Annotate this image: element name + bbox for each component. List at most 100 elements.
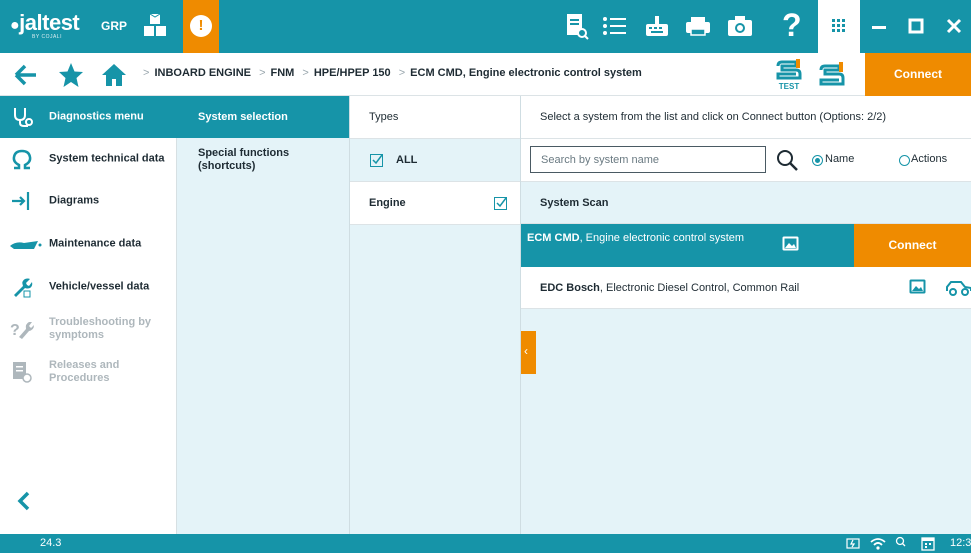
- oil-can-icon: [10, 241, 42, 249]
- type-row-engine[interactable]: Engine: [350, 182, 520, 225]
- menu-column: System selection Special functions (shor…: [177, 96, 350, 534]
- navigation-bar: > INBOARD ENGINE > FNM > HPE/HPEP 150 > ECM …: [0, 53, 971, 96]
- radio-actions[interactable]: [899, 155, 910, 166]
- system-row-text: EDC Bosch, Electronic Diesel Control, Co…: [540, 282, 799, 294]
- breadcrumb-item[interactable]: INBOARD ENGINE: [154, 67, 251, 79]
- document-search-icon[interactable]: [562, 12, 590, 40]
- close-icon: [946, 18, 962, 34]
- types-header-label: Types: [369, 111, 399, 123]
- sidebar-item-troubleshooting: ? Troubleshooting by symptoms: [0, 308, 177, 350]
- breadcrumb-separator: >: [143, 67, 150, 79]
- logo-text: jaltest: [19, 10, 80, 35]
- clock: 12:3: [950, 537, 971, 549]
- instructions-text: Select a system from the list and click …: [540, 111, 887, 123]
- menu-item-system-selection[interactable]: System selection: [177, 96, 349, 138]
- keyboard-icon[interactable]: [643, 12, 671, 40]
- vehicle-diagnostic-icon[interactable]: [945, 278, 971, 296]
- battery-icon: [846, 538, 860, 549]
- sidebar-item-vehicle-vessel-data[interactable]: Vehicle/vessel data: [0, 266, 177, 308]
- sidebar-item-label: System technical data: [49, 152, 165, 165]
- sidebar-item-label: Diagrams: [49, 194, 100, 207]
- sidebar-item-label: Diagnostics menu: [49, 110, 144, 123]
- type-label: Engine: [369, 197, 406, 209]
- logo-subtitle: BY COJALI: [32, 34, 62, 40]
- connect-button-top[interactable]: Connect: [865, 53, 971, 96]
- apps-grid-button[interactable]: [818, 0, 860, 53]
- stethoscope-icon: [14, 108, 33, 127]
- system-desc: , Electronic Diesel Control, Common Rail: [599, 282, 800, 294]
- collapse-sidebar-icon[interactable]: [15, 490, 33, 512]
- home-icon[interactable]: [100, 61, 128, 89]
- help-icon[interactable]: ?: [782, 5, 802, 45]
- diagram-icon: [12, 192, 30, 210]
- sidebar-item-system-technical-data[interactable]: System technical data: [0, 138, 177, 180]
- list-icon[interactable]: [600, 12, 628, 40]
- close-button[interactable]: [935, 0, 971, 53]
- calendar-icon: [921, 537, 935, 551]
- menu-item-label: System selection: [198, 111, 288, 123]
- alert-button[interactable]: !: [183, 0, 219, 53]
- top-bar: ●jaltest BY COJALI GRP ! ?: [0, 0, 971, 53]
- back-arrow-icon[interactable]: [12, 61, 40, 89]
- minimize-icon: [872, 26, 886, 29]
- breadcrumb-separator: >: [302, 67, 309, 79]
- breadcrumb-item[interactable]: HPE/HPEP 150: [314, 67, 391, 79]
- sidebar-item-label: Troubleshooting by symptoms: [49, 316, 152, 341]
- connection-icon[interactable]: [817, 60, 847, 90]
- collapse-panel-tab[interactable]: ‹: [521, 331, 536, 374]
- alert-icon: !: [190, 15, 212, 37]
- image-icon[interactable]: [909, 279, 926, 294]
- types-all-label: ALL: [396, 154, 418, 166]
- system-code: EDC Bosch: [540, 282, 600, 294]
- cubes-icon[interactable]: [142, 13, 168, 39]
- sidebar: Diagnostics menu System technical data D…: [0, 96, 177, 534]
- breadcrumb-item[interactable]: FNM: [271, 67, 295, 79]
- sidebar-item-diagrams[interactable]: Diagrams: [0, 180, 177, 222]
- camera-icon[interactable]: [726, 12, 754, 40]
- checkbox-checked-icon[interactable]: [370, 154, 383, 167]
- search-row: Name Actions: [521, 139, 971, 182]
- system-list-panel: Select a system from the list and click …: [521, 96, 971, 534]
- system-scan-row[interactable]: System Scan: [521, 182, 971, 224]
- minimize-button[interactable]: [860, 0, 898, 53]
- wrench-icon: [14, 278, 33, 298]
- system-desc: , Engine electronic control system: [579, 232, 745, 244]
- checkbox-checked-icon[interactable]: [494, 197, 507, 210]
- breadcrumb-item: ECM CMD, Engine electronic control syste…: [410, 67, 642, 79]
- test-connection-icon[interactable]: TEST: [774, 58, 804, 92]
- maximize-button[interactable]: [897, 0, 935, 53]
- types-column: Types ALL Engine: [350, 96, 521, 534]
- maximize-icon: [908, 18, 924, 34]
- connect-button[interactable]: Connect: [854, 224, 971, 267]
- system-code: ECM CMD: [527, 232, 580, 244]
- sidebar-item-label: Releases and Procedures: [49, 359, 120, 384]
- search-input[interactable]: [530, 146, 766, 173]
- image-icon[interactable]: [782, 236, 799, 251]
- printer-icon[interactable]: [684, 12, 712, 40]
- chevron-left-icon: ‹: [524, 344, 528, 358]
- sidebar-item-label: Maintenance data: [49, 237, 142, 250]
- system-row[interactable]: EDC Bosch, Electronic Diesel Control, Co…: [521, 267, 971, 309]
- sidebar-item-label: Vehicle/vessel data: [49, 280, 150, 293]
- types-header: Types: [350, 96, 520, 139]
- test-label: TEST: [779, 82, 800, 91]
- sidebar-item-diagnostics-menu[interactable]: Diagnostics menu: [0, 96, 177, 138]
- types-all-row[interactable]: ALL: [350, 139, 520, 182]
- menu-item-label: Special functions (shortcuts): [198, 147, 290, 172]
- breadcrumb: > INBOARD ENGINE > FNM > HPE/HPEP 150 > ECM …: [138, 67, 642, 79]
- radio-actions-label: Actions: [911, 153, 948, 165]
- breadcrumb-separator: >: [259, 67, 266, 79]
- zoom-icon: [895, 536, 906, 547]
- apps-grid-icon: [832, 19, 845, 32]
- wifi-icon: [870, 538, 886, 550]
- system-scan-label: System Scan: [540, 197, 609, 209]
- sidebar-item-maintenance-data[interactable]: Maintenance data: [0, 223, 177, 265]
- instructions-row: Select a system from the list and click …: [521, 96, 971, 139]
- favorite-star-icon[interactable]: [57, 61, 85, 89]
- system-row-text: ECM CMD, Engine electronic control syste…: [527, 232, 747, 245]
- menu-item-special-functions[interactable]: Special functions (shortcuts): [177, 138, 349, 182]
- sidebar-item-releases-procedures: Releases and Procedures: [0, 351, 177, 393]
- radio-name[interactable]: [812, 155, 823, 166]
- omega-icon: [12, 149, 32, 170]
- search-icon[interactable]: [776, 149, 798, 171]
